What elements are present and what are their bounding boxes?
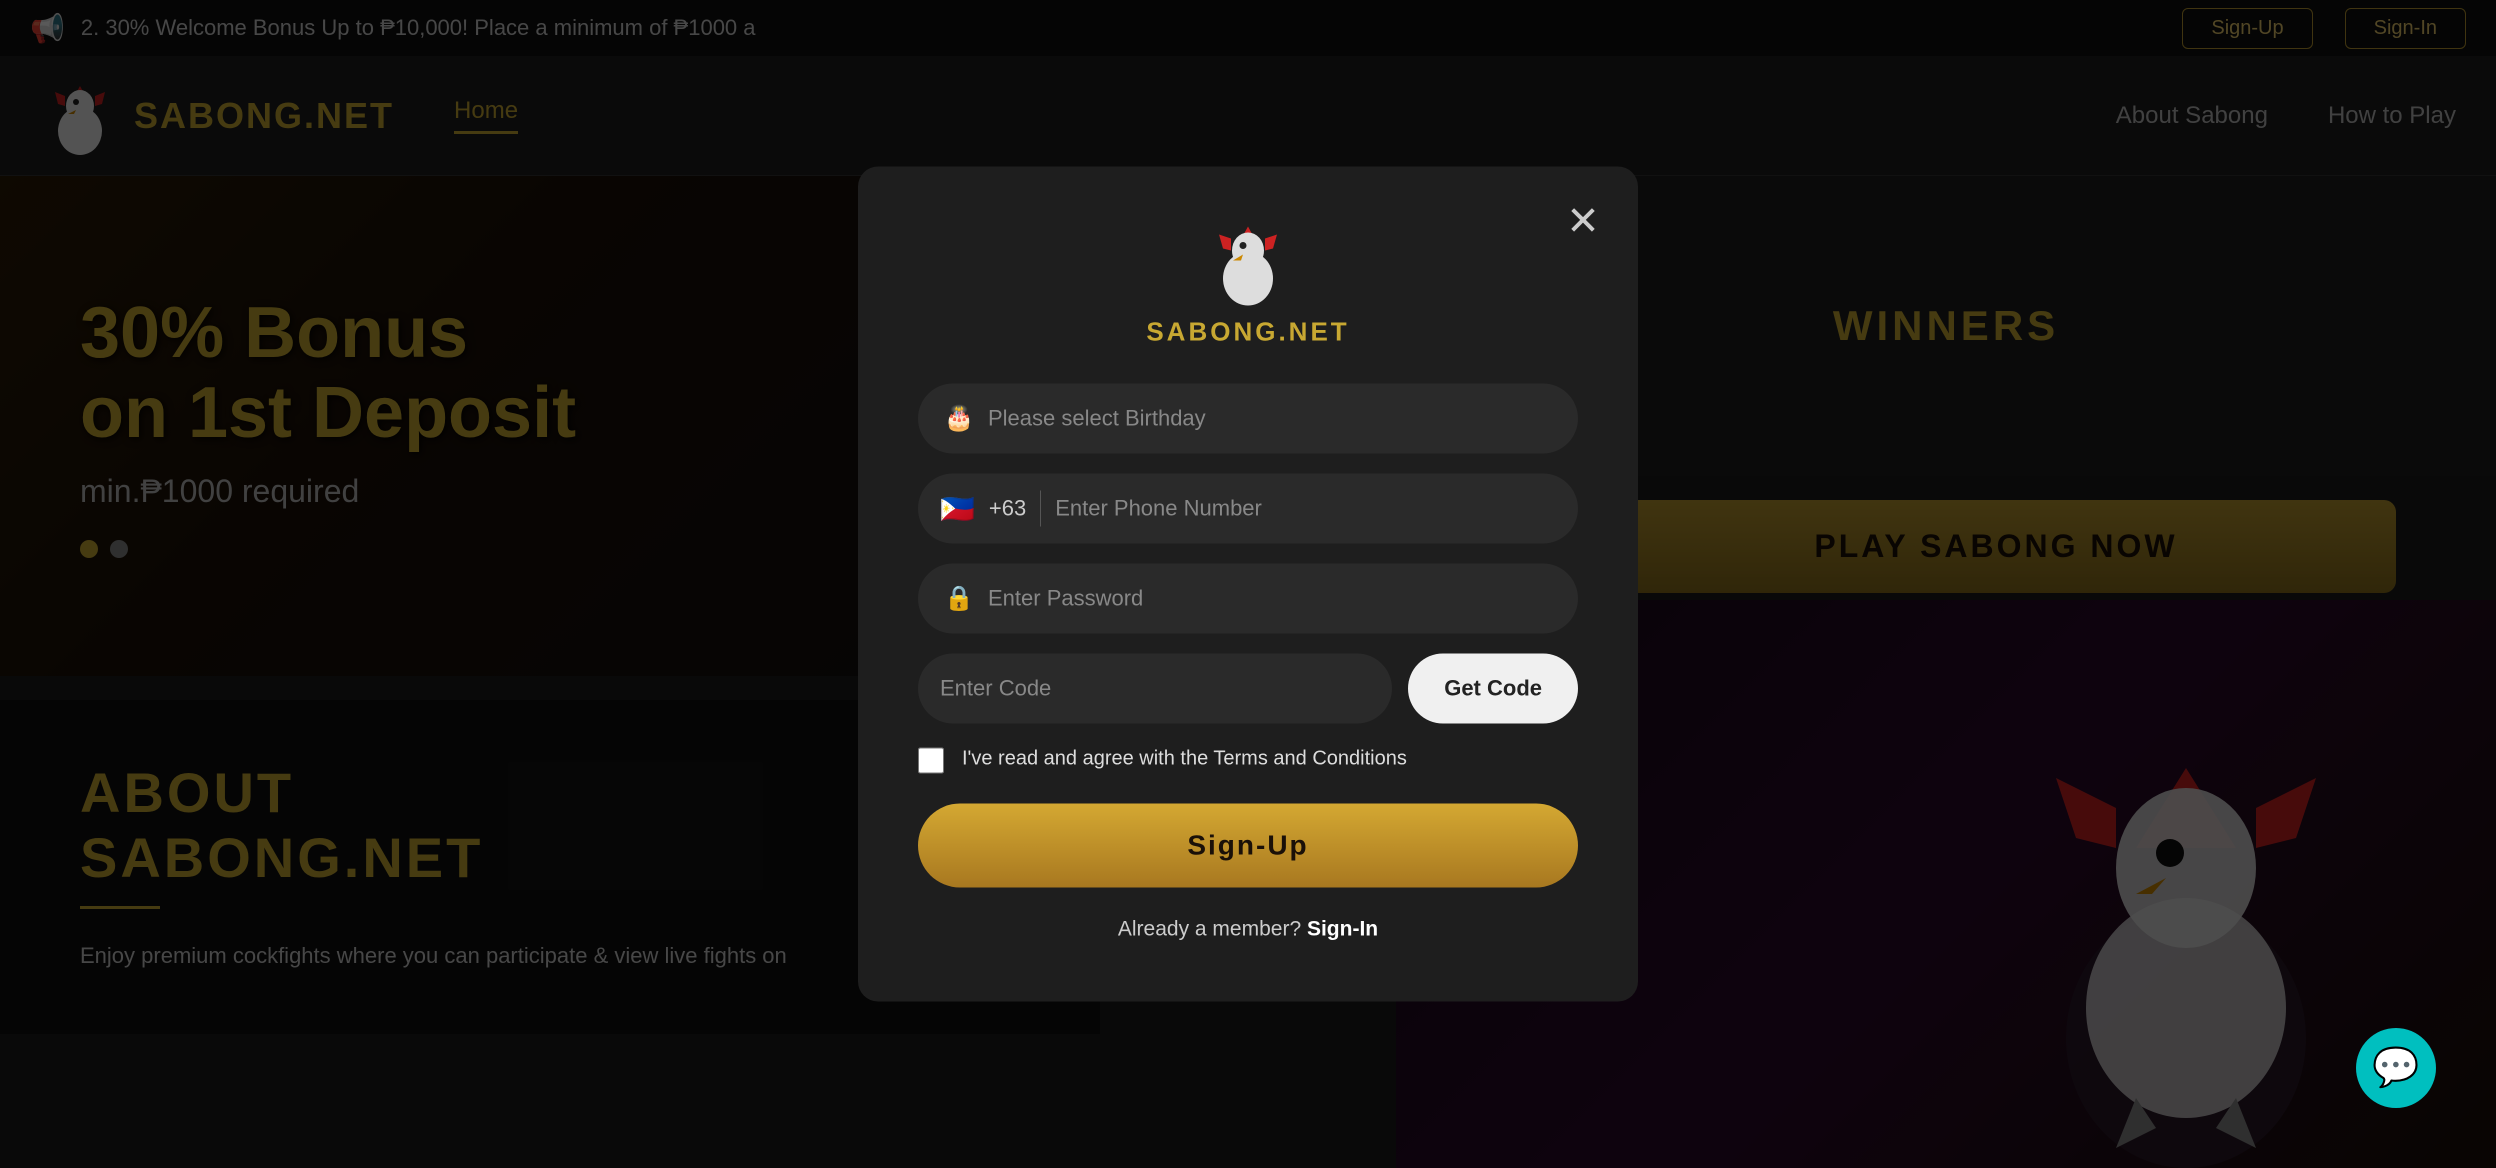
already-member-text: Already a member? Sign-In: [918, 918, 1578, 942]
modal-close-button[interactable]: ✕: [1558, 197, 1608, 247]
terms-checkbox[interactable]: [918, 748, 944, 774]
modal-logo-text: SABONG.NET: [1146, 317, 1349, 348]
modal-logo-icon: [1203, 217, 1293, 307]
terms-row: I've read and agree with the Terms and C…: [918, 744, 1578, 774]
password-field: 🔒: [918, 564, 1578, 634]
phone-code: +63: [989, 496, 1026, 522]
chat-button[interactable]: 💬: [2356, 1028, 2436, 1108]
code-input[interactable]: [918, 654, 1392, 724]
birthday-icon: 🎂: [944, 404, 974, 433]
phone-field-inner: 🇵🇭 +63: [918, 474, 1578, 544]
close-icon: ✕: [1566, 202, 1600, 242]
lock-icon: 🔒: [944, 584, 974, 613]
chat-icon: 💬: [2372, 1046, 2419, 1090]
password-input[interactable]: [918, 564, 1578, 634]
phone-field: 🇵🇭 +63: [918, 474, 1578, 544]
birthday-field: 🎂: [918, 384, 1578, 454]
flag-icon: 🇵🇭: [940, 492, 975, 525]
birthday-input[interactable]: [918, 384, 1578, 454]
phone-input[interactable]: [1055, 474, 1556, 544]
code-row: Get Code: [918, 654, 1578, 724]
phone-divider: [1040, 491, 1041, 527]
signup-button[interactable]: Sign-Up: [918, 804, 1578, 888]
terms-text: I've read and agree with the Terms and C…: [962, 744, 1407, 774]
get-code-button[interactable]: Get Code: [1408, 654, 1578, 724]
signin-link[interactable]: Sign-In: [1307, 918, 1378, 941]
signup-modal: ✕ SABONG.NET 🎂 🇵🇭 +63 🔒: [858, 167, 1638, 1002]
modal-logo: SABONG.NET: [918, 217, 1578, 348]
